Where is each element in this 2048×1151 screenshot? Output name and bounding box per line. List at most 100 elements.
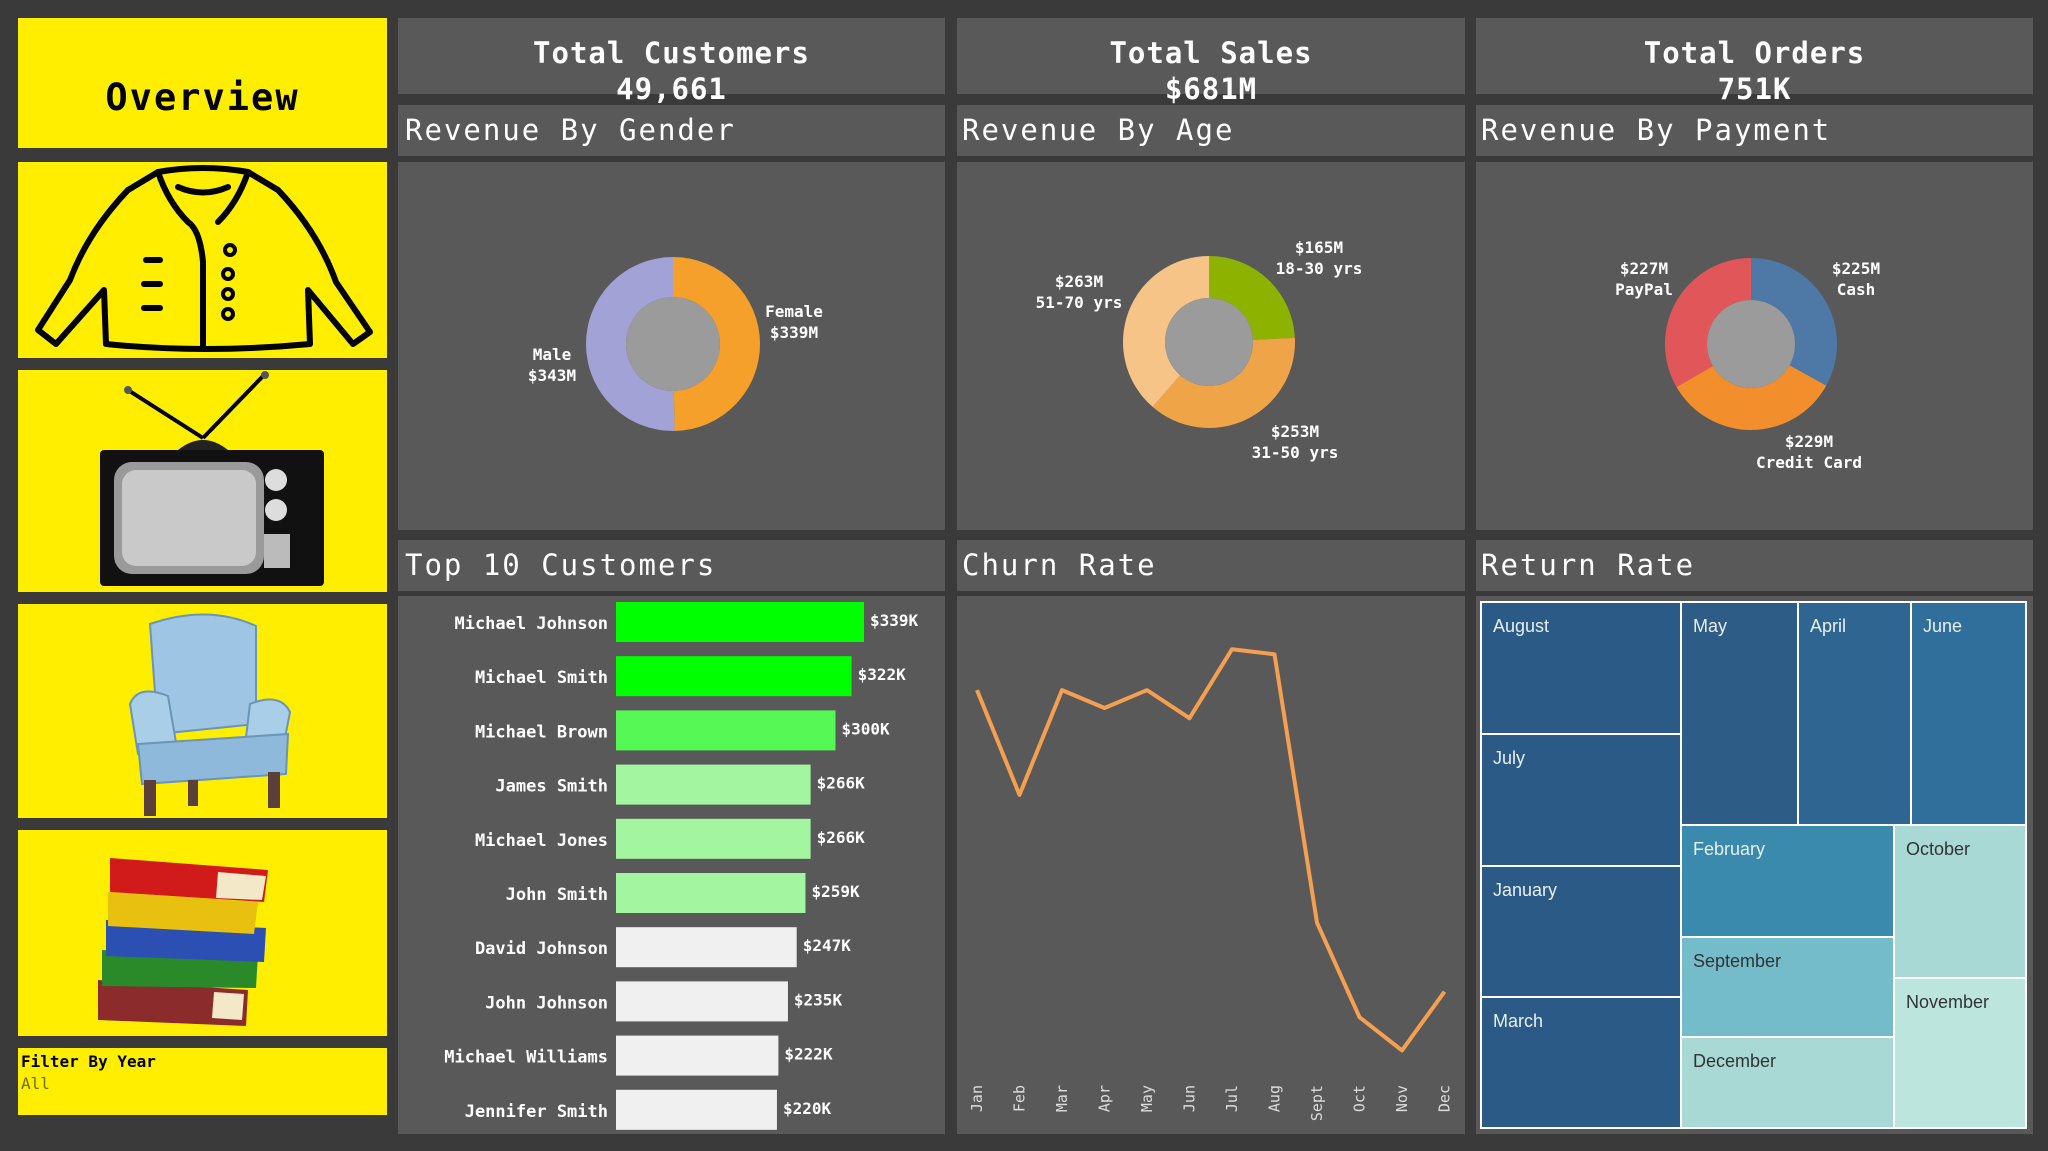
donut-label: PayPal	[1615, 280, 1673, 299]
chart-title: Churn Rate	[962, 548, 1157, 582]
bar-value-label: $259K	[811, 882, 860, 901]
x-tick-label: Dec	[1436, 1085, 1454, 1112]
treemap-label: May	[1693, 616, 1727, 636]
treemap-label: November	[1906, 992, 1989, 1012]
donut-label: $263M	[1055, 272, 1103, 291]
filter-value[interactable]: All	[21, 1074, 50, 1093]
treemap-label: July	[1493, 748, 1525, 768]
bar-value-label: $220K	[783, 1099, 832, 1118]
gender-title-bar: Revenue By Gender	[398, 105, 945, 156]
kpi-title: Total Sales	[1109, 36, 1313, 70]
bar[interactable]	[616, 818, 811, 859]
x-tick-label: Jul	[1223, 1085, 1241, 1112]
bar-value-label: $300K	[841, 719, 890, 738]
kpi-value: 49,661	[616, 72, 727, 106]
treemap-label: April	[1810, 616, 1846, 636]
donut-label: $225M	[1832, 259, 1880, 278]
bar[interactable]	[616, 656, 852, 697]
churn-line-chart[interactable]: Jan Feb Mar Apr May Jun Jul Aug Sept Oct Nov Dec	[957, 596, 1465, 1134]
donut-label: Cash	[1837, 280, 1876, 299]
chart-title: Top 10 Customers	[405, 548, 717, 582]
payment-donut-chart[interactable]: $225M Cash $229M Credit Card $227M PayPal	[1476, 162, 2033, 530]
chart-title: Return Rate	[1481, 548, 1696, 582]
bar[interactable]	[616, 927, 797, 968]
bar-category-label: John Smith	[506, 885, 608, 905]
bar-category-label: Michael Smith	[475, 668, 608, 688]
kpi-title: Total Customers	[533, 36, 810, 70]
donut-label: 18-30 yrs	[1276, 259, 1363, 278]
donut-hole[interactable]	[1707, 300, 1795, 388]
bar-value-label: $222K	[784, 1045, 833, 1064]
kpi-value: 751K	[1717, 72, 1792, 106]
x-tick-label: Oct	[1351, 1085, 1369, 1112]
category-books-tile[interactable]	[18, 830, 387, 1036]
treemap-label: March	[1493, 1011, 1543, 1031]
returns-treemap[interactable]: August July January March May April June Februa…	[1476, 596, 2033, 1134]
donut-label: 31-50 yrs	[1252, 443, 1339, 462]
overview-tile[interactable]: Overview	[18, 18, 387, 148]
top10-title-bar: Top 10 Customers	[398, 540, 945, 591]
bar[interactable]	[616, 1089, 777, 1130]
returns-title-bar: Return Rate	[1476, 540, 2033, 591]
donut-label: 51-70 yrs	[1036, 293, 1123, 312]
bar-value-label: $266K	[817, 828, 866, 847]
donut-label: Male	[533, 345, 572, 364]
age-title-bar: Revenue By Age	[957, 105, 1465, 156]
x-tick-label: Jun	[1181, 1085, 1199, 1112]
bar[interactable]	[616, 873, 806, 913]
bar-category-label: Jennifer Smith	[465, 1102, 608, 1122]
x-tick-label: Feb	[1011, 1085, 1029, 1112]
donut-label: $343M	[528, 366, 576, 385]
bar-category-label: James Smith	[495, 777, 608, 797]
bar-category-label: David Johnson	[475, 939, 608, 959]
bar-value-label: $247K	[803, 936, 852, 955]
bar[interactable]	[616, 764, 811, 805]
kpi-total-customers: Total Customers 49,661	[398, 18, 945, 106]
kpi-total-sales: Total Sales $681M	[957, 18, 1465, 106]
bar-value-label: $339K	[870, 611, 919, 630]
bar-category-label: Michael Brown	[475, 722, 608, 742]
donut-label: $339M	[770, 323, 818, 342]
payment-chart-panel: $225M Cash $229M Credit Card $227M PayPal	[1476, 162, 2033, 530]
age-chart-panel: $165M 18-30 yrs $253M 31-50 yrs $263M 51-70 y…	[957, 162, 1465, 530]
churn-chart-panel: Jan Feb Mar Apr May Jun Jul Aug Sept Oct Nov Dec	[957, 596, 1465, 1134]
donut-hole[interactable]	[626, 297, 720, 391]
treemap-label: December	[1693, 1051, 1776, 1071]
bar[interactable]	[616, 981, 788, 1022]
bar[interactable]	[616, 1035, 779, 1076]
donut-label: Credit Card	[1756, 453, 1862, 472]
age-donut-chart[interactable]: $165M 18-30 yrs $253M 31-50 yrs $263M 51-70 y…	[957, 162, 1465, 530]
churn-line[interactable]	[975, 647, 1447, 1053]
x-tick-label: Aug	[1266, 1085, 1284, 1112]
donut-label: $227M	[1620, 259, 1668, 278]
gender-chart-panel: Female $339M Male $343M	[398, 162, 945, 530]
treemap-label: September	[1693, 951, 1781, 971]
x-tick-label: Nov	[1393, 1085, 1411, 1112]
churn-title-bar: Churn Rate	[957, 540, 1465, 591]
x-tick-label: Mar	[1053, 1085, 1071, 1112]
x-tick-label: Jan	[968, 1085, 986, 1112]
chart-title: Revenue By Gender	[405, 113, 736, 147]
bar[interactable]	[616, 710, 836, 751]
filter-by-year[interactable]: Filter By Year All	[18, 1048, 387, 1115]
top10-bar-chart[interactable]: Michael Johnson $339K Michael Smith $322K Mi…	[398, 596, 945, 1134]
books-icon	[98, 858, 268, 1026]
treemap-label: August	[1493, 616, 1549, 636]
category-clothing-tile[interactable]	[18, 162, 387, 358]
donut-hole[interactable]	[1165, 298, 1253, 386]
chart-title: Revenue By Age	[962, 113, 1235, 147]
chart-title: Revenue By Payment	[1481, 113, 1832, 147]
overview-label: Overview	[105, 76, 300, 119]
gender-donut-chart[interactable]: Female $339M Male $343M	[398, 162, 945, 530]
bar-value-label: $266K	[817, 774, 866, 793]
x-tick-label: Sept	[1308, 1085, 1326, 1121]
treemap-label: June	[1923, 616, 1962, 636]
category-electronics-tile[interactable]	[18, 370, 387, 592]
top10-chart-panel: Michael Johnson $339K Michael Smith $322K Mi…	[398, 596, 945, 1134]
category-furniture-tile[interactable]	[18, 604, 387, 818]
bar[interactable]	[616, 602, 864, 642]
donut-label: Female	[765, 302, 823, 321]
tv-icon	[100, 371, 324, 586]
filter-label: Filter By Year	[21, 1052, 156, 1071]
returns-chart-panel: August July January March May April June Februa…	[1476, 596, 2033, 1134]
